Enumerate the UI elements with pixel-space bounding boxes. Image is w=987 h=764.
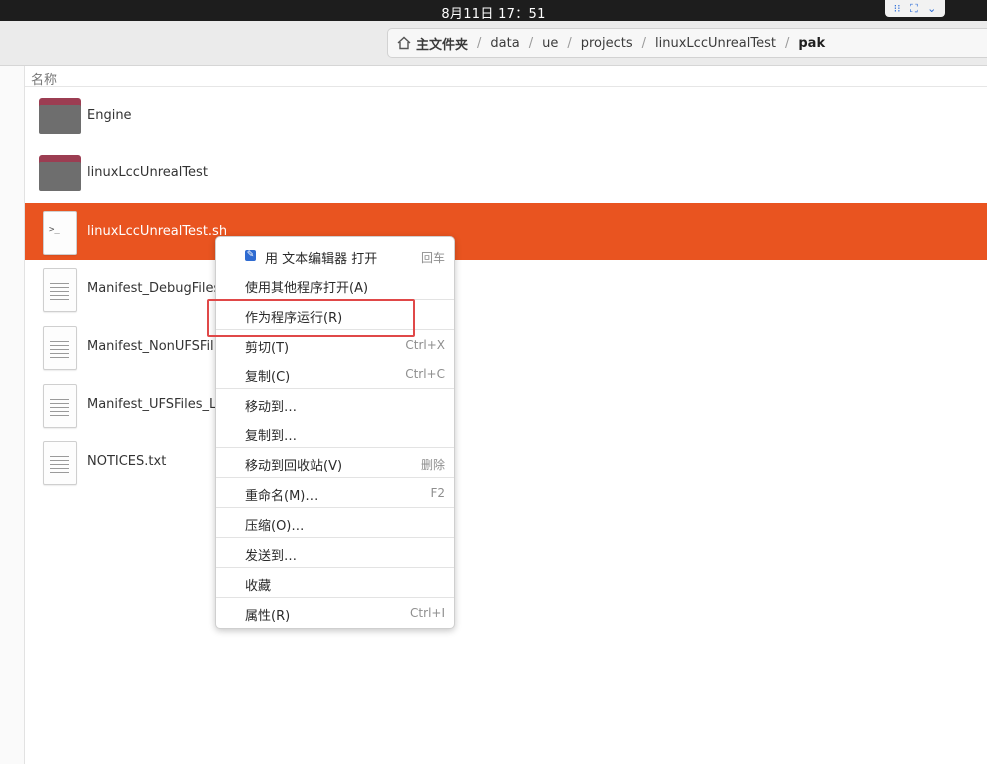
menu-item-label: 重命名(M)…: [245, 489, 319, 504]
menu-item-open-text-editor[interactable]: ✎ 用 文本编辑器 打开 回车: [216, 241, 454, 270]
breadcrumb-data[interactable]: data: [490, 36, 519, 51]
menu-item-rename[interactable]: 重命名(M)… F2: [216, 478, 454, 507]
menu-item-label: 复制(C): [245, 370, 291, 385]
chevron-down-icon[interactable]: ⌄: [927, 3, 936, 14]
breadcrumb-separator: /: [477, 35, 482, 51]
folder-icon: [39, 98, 81, 134]
menu-item-shortcut: Ctrl+C: [405, 367, 445, 381]
menu-item-star[interactable]: 收藏: [216, 568, 454, 597]
menu-item-label: 收藏: [245, 579, 272, 594]
system-tray[interactable]: ⁝⁝ ⛶ ⌄: [885, 0, 945, 17]
home-icon[interactable]: [396, 35, 412, 51]
menu-item-move-to-trash[interactable]: 移动到回收站(V) 删除: [216, 448, 454, 477]
breadcrumb-separator: /: [528, 35, 534, 51]
menu-item-label: 剪切(T): [245, 341, 290, 356]
list-item[interactable]: NOTICES.txt: [25, 433, 987, 490]
breadcrumb: 主文件夹 / data / ue / projects / linuxLccUn…: [387, 28, 987, 58]
breadcrumb-pak[interactable]: pak: [798, 36, 825, 51]
menu-item-label: 使用其他程序打开(A): [245, 281, 369, 296]
breadcrumb-separator: /: [641, 35, 647, 51]
menu-item-copy[interactable]: 复制(C) Ctrl+C: [216, 359, 454, 388]
breadcrumb-separator: /: [567, 35, 572, 51]
list-item[interactable]: Engine: [25, 87, 987, 144]
text-editor-icon: ✎: [245, 250, 256, 261]
file-name: NOTICES.txt: [87, 454, 167, 469]
breadcrumb-projects[interactable]: projects: [581, 36, 633, 51]
menu-item-shortcut: Ctrl+I: [410, 606, 445, 620]
shell-script-icon: >_: [43, 211, 77, 255]
text-file-icon: [43, 268, 77, 312]
menu-item-shortcut: Ctrl+X: [405, 338, 445, 352]
list-item-selected[interactable]: >_ linuxLccUnrealTest.sh: [25, 203, 987, 260]
breadcrumb-ue[interactable]: ue: [542, 36, 558, 51]
menu-item-label: 移动到回收站(V): [245, 459, 343, 474]
menu-item-label: 发送到…: [245, 549, 298, 564]
menu-item-label: 移动到…: [245, 400, 298, 415]
list-item[interactable]: Manifest_DebugFiles: [25, 260, 987, 317]
menu-item-label: 压缩(O)…: [245, 519, 305, 534]
menu-item-label: 复制到…: [245, 429, 298, 444]
grid-icon[interactable]: ⁝⁝: [894, 3, 901, 14]
file-name: Manifest_DebugFiles: [87, 281, 221, 296]
expand-icon[interactable]: ⛶: [910, 3, 918, 14]
breadcrumb-linuxlccunrealtest[interactable]: linuxLccUnrealTest: [655, 36, 776, 51]
file-list: 名称 Engine linuxLccUnrealTest >_ linuxLcc…: [25, 66, 987, 764]
menu-item-shortcut: 删除: [420, 458, 445, 472]
sidebar: [0, 66, 25, 764]
breadcrumb-home[interactable]: 主文件夹: [416, 34, 468, 53]
menu-item-label: 属性(R): [245, 609, 291, 624]
annotation-highlight-box: [207, 299, 415, 337]
header-bar: 主文件夹 / data / ue / projects / linuxLccUn…: [0, 21, 987, 66]
menu-item-send-to[interactable]: 发送到…: [216, 538, 454, 567]
file-name: linuxLccUnrealTest: [87, 165, 208, 180]
menu-item-compress[interactable]: 压缩(O)…: [216, 508, 454, 537]
menu-item-open-with-other[interactable]: 使用其他程序打开(A): [216, 270, 454, 299]
folder-icon: [39, 155, 81, 191]
menu-item-copy-to[interactable]: 复制到…: [216, 418, 454, 447]
file-name: Manifest_UFSFiles_L: [87, 397, 217, 412]
list-item[interactable]: linuxLccUnrealTest: [25, 144, 987, 201]
menu-item-shortcut: F2: [430, 486, 445, 500]
menu-item-shortcut: 回车: [420, 251, 445, 265]
file-name: Manifest_NonUFSFil: [87, 339, 214, 354]
menu-item-move-to[interactable]: 移动到…: [216, 389, 454, 418]
text-file-icon: [43, 384, 77, 428]
breadcrumb-separator: /: [784, 35, 790, 51]
file-name: linuxLccUnrealTest.sh: [87, 224, 228, 239]
text-file-icon: [43, 441, 77, 485]
text-file-icon: [43, 326, 77, 370]
menu-item-label: 用 文本编辑器 打开: [265, 252, 378, 267]
menu-item-properties[interactable]: 属性(R) Ctrl+I: [216, 598, 454, 627]
file-name: Engine: [87, 108, 132, 123]
list-item[interactable]: Manifest_NonUFSFil: [25, 318, 987, 375]
top-bar: 8月11日 17：51 ⁝⁝ ⛶ ⌄: [0, 0, 987, 22]
clock[interactable]: 8月11日 17：51: [0, 3, 987, 22]
list-item[interactable]: Manifest_UFSFiles_L: [25, 376, 987, 433]
context-menu: ✎ 用 文本编辑器 打开 回车 使用其他程序打开(A) 作为程序运行(R) 剪切…: [215, 236, 455, 629]
